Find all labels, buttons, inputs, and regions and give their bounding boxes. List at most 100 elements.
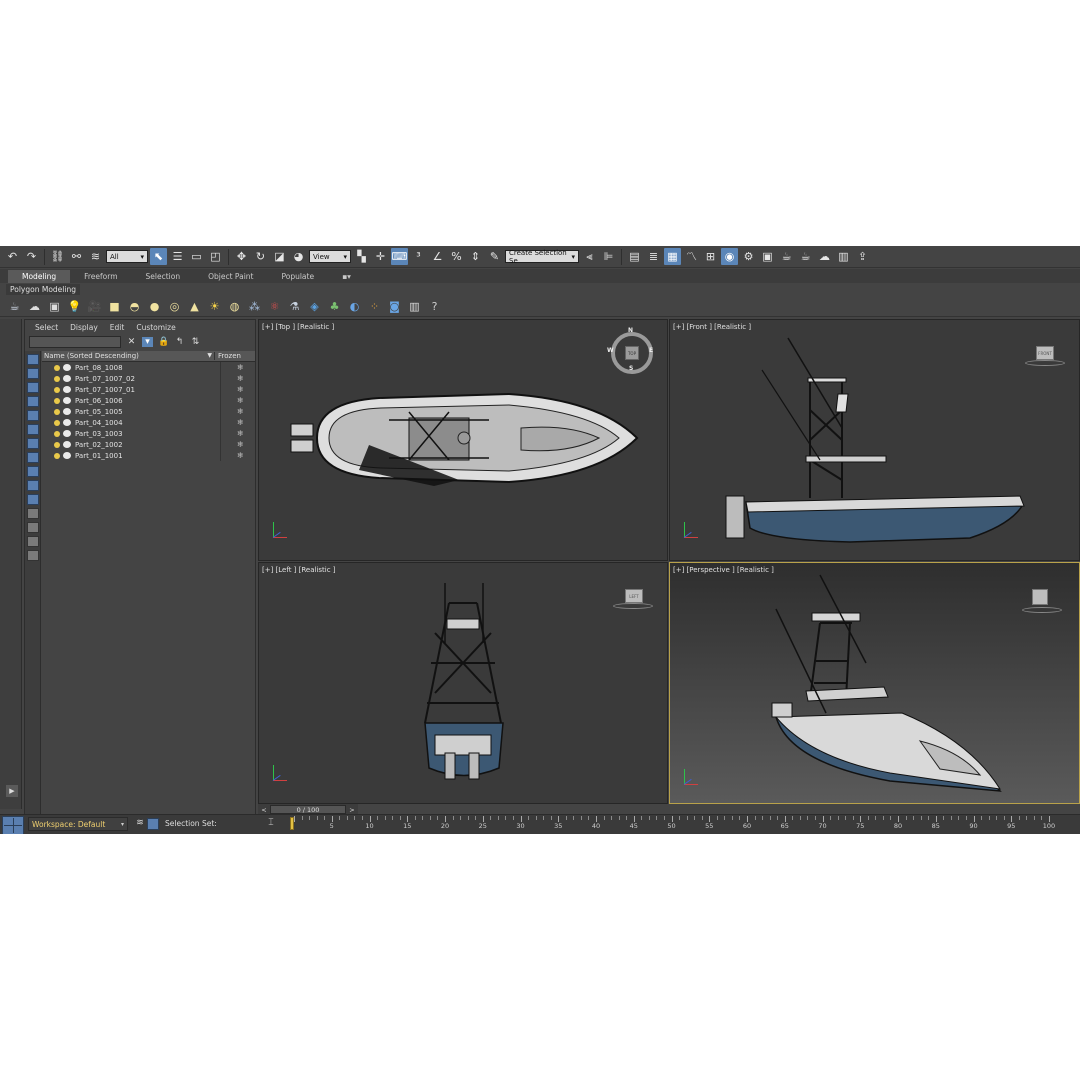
filter-active-icon[interactable]: ▾ [142,337,153,347]
pivot-center-icon[interactable]: ▚ [353,248,370,265]
scene-explorer-toggle-icon[interactable]: ▤ [626,248,643,265]
flask-icon[interactable]: ⚗ [286,299,303,315]
light-bulb-icon[interactable] [54,441,60,448]
render-iterative-icon[interactable]: ☕ [797,248,814,265]
list-item[interactable]: Part_02_1002 ❄ [42,439,255,450]
object-type-filter-icon[interactable] [27,396,39,407]
list-item[interactable]: Part_03_1003 ❄ [42,428,255,439]
light-bulb-icon[interactable] [54,419,60,426]
list-item[interactable]: Part_05_1005 ❄ [42,406,255,417]
next-frame-button[interactable]: > [346,806,358,814]
object-type-filter-icon[interactable] [27,522,39,533]
select-and-place-icon[interactable]: ◕ [290,248,307,265]
mirror-icon[interactable]: ⫷ [581,248,598,265]
layer-explorer-icon[interactable]: ≣ [645,248,662,265]
object-type-filter-icon[interactable] [27,536,39,547]
layers-icon[interactable]: ≋ [134,818,146,830]
list-item[interactable]: Part_08_1008 ❄ [42,362,255,373]
select-object-icon[interactable]: ⬉ [150,248,167,265]
freeze-icon[interactable]: ❄ [237,396,244,405]
ribbon-options-icon[interactable]: ▪▾ [328,270,365,283]
menu-customize[interactable]: Customize [136,323,175,332]
object-type-filter-icon[interactable] [27,424,39,435]
object-type-filter-icon[interactable] [27,438,39,449]
workspace-selector[interactable]: Workspace: Default ▾ [28,817,128,831]
skylight-icon[interactable]: ◍ [226,299,243,315]
object-type-filter-icon[interactable] [27,550,39,561]
window-crossing-icon[interactable]: ◰ [207,248,224,265]
timeline-key-icon[interactable]: ⌶ [264,818,278,830]
object-type-filter-icon[interactable] [27,480,39,491]
light-bulb-icon[interactable] [54,452,60,459]
tab-modeling[interactable]: Modeling [8,269,71,283]
cone-icon[interactable]: ▲ [186,299,203,315]
named-selection-dropdown[interactable]: Create Selection Se ▾ [505,249,579,265]
freeze-icon[interactable]: ❄ [237,418,244,427]
select-and-link-icon[interactable]: ⛓ [49,248,66,265]
dynamics-icon[interactable]: ⚛ [266,299,283,315]
unlink-icon[interactable]: ⚯ [68,248,85,265]
hierarchy-icon[interactable]: ⇅ [190,337,201,347]
reference-coordinate-dropdown[interactable]: View ▾ [309,250,351,263]
prev-frame-button[interactable]: < [258,806,270,814]
snaps-toggle-icon[interactable]: ³ [410,248,427,265]
hemisphere-icon[interactable]: ◓ [126,299,143,315]
object-type-filter-icon[interactable] [27,368,39,379]
rendered-frame-window-icon[interactable]: ▣ [759,248,776,265]
viewport-left[interactable]: [+] [Left ] [Realistic ] LEFT [258,562,668,804]
play-icon[interactable]: ▶ [6,785,18,797]
container-icon[interactable]: ▣ [46,299,63,315]
menu-select[interactable]: Select [35,323,58,332]
select-and-move-icon[interactable]: ✥ [233,248,250,265]
select-and-rotate-icon[interactable]: ↻ [252,248,269,265]
render-production-icon[interactable]: ☕ [778,248,795,265]
selection-set-icon[interactable] [147,818,159,830]
column-header-name[interactable]: Name (Sorted Descending) ▼ [42,352,214,360]
light-bulb-icon[interactable] [54,408,60,415]
layers-icon[interactable]: ▥ [406,299,423,315]
viewport-top[interactable]: [+] [Top ] [Realistic ] N S E W TOP [258,319,668,561]
lock-icon[interactable]: 🔒 [158,337,169,347]
spinner-snap-icon[interactable]: ⇕ [467,248,484,265]
cloud-icon[interactable]: ☁ [26,299,43,315]
clear-search-icon[interactable]: ✕ [126,337,137,347]
render-setup-icon[interactable]: ⚙ [740,248,757,265]
object-type-filter-icon[interactable] [27,382,39,393]
object-type-filter-icon[interactable] [27,410,39,421]
freeze-icon[interactable]: ❄ [237,429,244,438]
curve-editor-icon[interactable]: 〽 [683,248,700,265]
list-item[interactable]: Part_06_1006 ❄ [42,395,255,406]
material-editor-icon[interactable]: ◉ [721,248,738,265]
sphere-icon[interactable]: ● [146,299,163,315]
toggle-ribbon-icon[interactable]: ▦ [664,248,681,265]
list-item[interactable]: Part_07_1007_02 ❄ [42,373,255,384]
light-bulb-icon[interactable] [54,386,60,393]
object-type-filter-icon[interactable] [27,452,39,463]
trackbar[interactable]: 5 10 15 20 25 30 35 40 45 50 55 60 65 70 75 80 85 90 95 100 [290,815,1060,833]
material-balls-icon[interactable]: ⁘ [366,299,383,315]
render-shortcuts-icon[interactable]: ▥ [835,248,852,265]
viewport-front[interactable]: [+] [Front ] [Realistic ] FRONT [669,319,1080,561]
keyboard-shortcut-override-icon[interactable]: ⌨ [391,248,408,265]
light-bulb-icon[interactable] [54,430,60,437]
environment-icon[interactable]: ◐ [346,299,363,315]
box-icon[interactable]: ■ [106,299,123,315]
pin-toolbar-icon[interactable]: ⇪ [854,248,871,265]
selection-filter-dropdown[interactable]: All ▾ [106,250,148,263]
viewport-layout-button[interactable] [2,816,24,834]
angle-snap-icon[interactable]: ∠ [429,248,446,265]
list-item[interactable]: Part_01_1001 ❄ [42,450,255,461]
sync-selection-icon[interactable]: ↰ [174,337,185,347]
freeze-icon[interactable]: ❄ [237,407,244,416]
menu-display[interactable]: Display [70,323,98,332]
bind-space-warp-icon[interactable]: ≋ [87,248,104,265]
globe-icon[interactable]: ◈ [306,299,323,315]
percent-snap-icon[interactable]: % [448,248,465,265]
column-header-frozen[interactable]: Frozen [214,352,255,360]
redo-icon[interactable]: ↷ [23,248,40,265]
rectangular-selection-icon[interactable]: ▭ [188,248,205,265]
list-item[interactable]: Part_04_1004 ❄ [42,417,255,428]
light-bulb-icon[interactable] [54,375,60,382]
freeze-icon[interactable]: ❄ [237,451,244,460]
object-type-filter-icon[interactable] [27,466,39,477]
